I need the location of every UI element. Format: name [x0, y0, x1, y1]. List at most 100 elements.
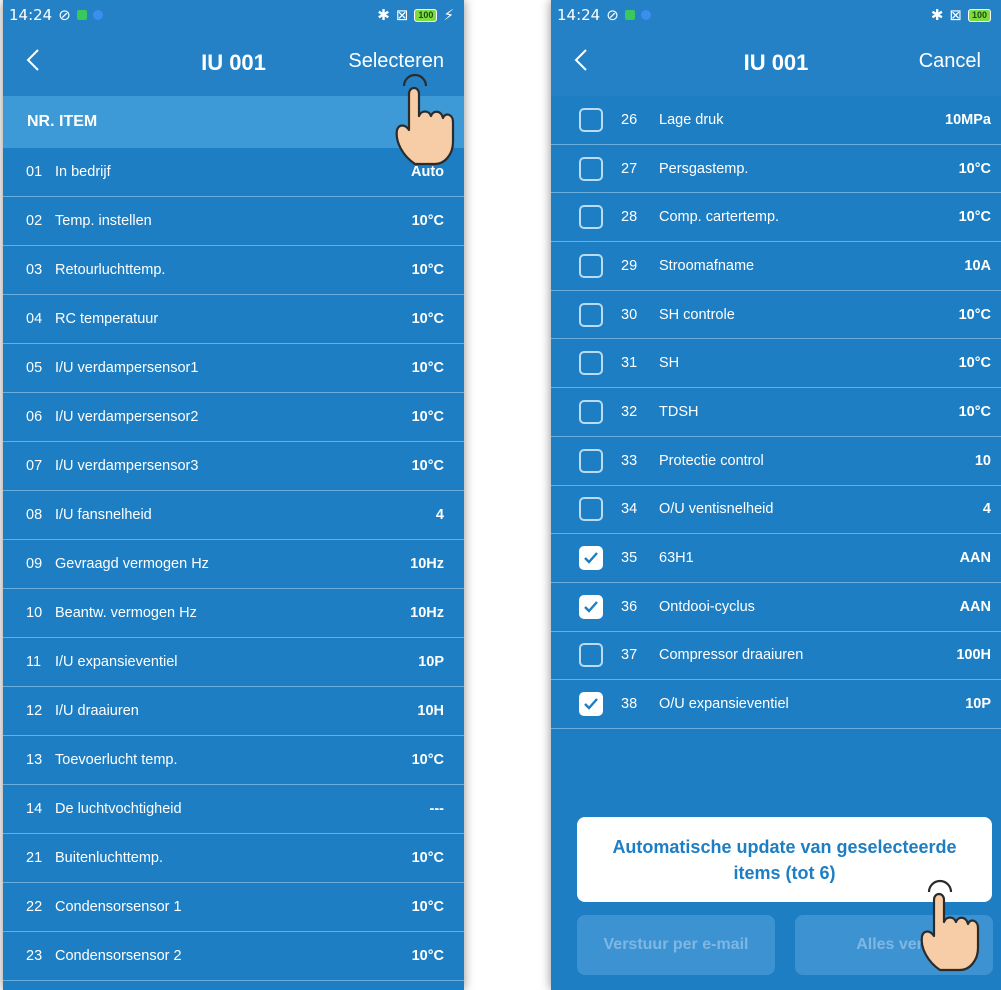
select-all-button[interactable]: Alles verv — [795, 915, 993, 975]
item-value: 10°C — [411, 311, 444, 327]
list-item[interactable]: 38 O/U expansieventiel 10P — [551, 680, 1001, 729]
list-item[interactable]: 30 SH controle 10°C — [551, 291, 1001, 340]
item-number: 22 — [26, 899, 43, 915]
checkbox[interactable] — [579, 351, 603, 376]
item-value: 10°C — [411, 262, 444, 278]
checkbox-checked[interactable] — [579, 692, 603, 717]
item-value: 10°C — [958, 306, 991, 323]
list-item: 10 Beantw. vermogen Hz 10Hz — [3, 589, 464, 638]
send-email-button[interactable]: Verstuur per e-mail — [577, 915, 775, 975]
item-name: 63H1 — [659, 550, 694, 567]
item-value: Auto — [410, 164, 444, 180]
item-value: --- — [429, 801, 445, 817]
item-name: In bedrijf — [55, 164, 111, 180]
item-value: 10Hz — [410, 556, 444, 572]
item-value: 10°C — [411, 752, 444, 768]
status-time: 14:24 — [557, 6, 601, 24]
back-icon[interactable] — [21, 44, 47, 76]
checkbox[interactable] — [579, 497, 603, 522]
item-name: Protectie control — [659, 452, 764, 469]
list-item: 06 I/U verdampersensor2 10°C — [3, 393, 464, 442]
item-name: I/U draaiuren — [55, 703, 139, 719]
item-value: 4 — [435, 507, 444, 523]
app-notification-icon — [76, 10, 87, 20]
item-number: 23 — [26, 948, 43, 964]
list-item: 03 Retourluchttemp. 10°C — [3, 246, 464, 295]
item-name: RC temperatuur — [55, 311, 159, 327]
list-item[interactable]: 27 Persgastemp. 10°C — [551, 145, 1001, 194]
list-item: 12 I/U draaiuren 10H — [3, 687, 464, 736]
list-item: 23 Condensorsensor 2 10°C — [3, 932, 464, 981]
item-number: 30 — [621, 306, 638, 323]
action-panel: Automatische update van geselecteerde it… — [551, 735, 1001, 990]
item-name: Comp. cartertemp. — [659, 209, 780, 226]
select-button[interactable]: Selecteren — [348, 50, 444, 73]
list-header: NR. ITEM — [3, 96, 464, 148]
list-item[interactable]: 29 Stroomafname 10A — [551, 242, 1001, 291]
checkbox[interactable] — [579, 107, 603, 132]
list-item: 07 I/U verdampersensor3 10°C — [3, 442, 464, 491]
item-value: 10P — [965, 696, 991, 713]
item-number: 03 — [26, 262, 43, 278]
item-number: 33 — [621, 452, 638, 469]
checkmark-icon — [584, 552, 598, 564]
item-value: 10°C — [958, 209, 991, 226]
right-screen: 14:24 ⊘ ✱ ⊠ 100 IU 001 Cancel 26 Lage dru… — [551, 0, 1001, 990]
item-name: Gevraagd vermogen Hz — [55, 556, 209, 572]
list-item[interactable]: 33 Protectie control 10 — [551, 437, 1001, 486]
list-item: 01 In bedrijf Auto — [3, 148, 464, 197]
list-item[interactable]: 35 63H1 AAN — [551, 534, 1001, 583]
selectable-item-list: 26 Lage druk 10MPa 27 Persgastemp. 10°C 28 Comp… — [551, 96, 1001, 778]
item-name: Beantw. vermogen Hz — [55, 605, 197, 621]
item-number: 35 — [621, 550, 638, 567]
item-number: 12 — [26, 703, 43, 719]
list-item[interactable]: 37 Compressor draaiuren 100H — [551, 632, 1001, 681]
list-item: 22 Condensorsensor 1 10°C — [3, 883, 464, 932]
list-item[interactable]: 31 SH 10°C — [551, 339, 1001, 389]
item-name: I/U expansieventiel — [55, 654, 178, 670]
item-number: 21 — [26, 850, 43, 866]
item-number: 04 — [26, 311, 43, 327]
page-title: IU 001 — [743, 50, 809, 75]
item-number: 14 — [26, 801, 43, 817]
checkbox[interactable] — [579, 302, 603, 327]
auto-update-button[interactable]: Automatische update van geselecteerde it… — [577, 817, 992, 902]
checkbox[interactable] — [579, 399, 603, 424]
list-item[interactable]: 28 Comp. cartertemp. 10°C — [551, 193, 1001, 243]
item-number: 28 — [621, 209, 638, 226]
item-number: 02 — [26, 213, 43, 229]
sim-icon: ⊠ — [395, 7, 409, 24]
list-item[interactable]: 34 O/U ventisnelheid 4 — [551, 486, 1001, 535]
list-item[interactable]: 26 Lage druk 10MPa — [551, 96, 1001, 145]
item-number: 38 — [621, 696, 638, 713]
item-name: SH — [659, 355, 680, 372]
checkbox[interactable] — [579, 448, 603, 473]
item-value: 10°C — [411, 213, 444, 229]
charging-icon: ⚡ — [443, 7, 454, 24]
item-value: 10°C — [411, 899, 444, 915]
item-name: Condensorsensor 2 — [55, 948, 182, 964]
checkbox-checked[interactable] — [579, 546, 603, 571]
status-bar: 14:24 ⊘ ✱ ⊠ 100 ⚡ — [3, 0, 464, 30]
item-value: 10°C — [958, 403, 991, 420]
item-number: 05 — [26, 360, 43, 376]
list-item[interactable]: 36 Ontdooi-cyclus AAN — [551, 583, 1001, 632]
checkbox[interactable] — [579, 643, 603, 668]
item-value: 10°C — [411, 850, 444, 866]
list-item: 09 Gevraagd vermogen Hz 10Hz — [3, 540, 464, 589]
item-number: 08 — [26, 507, 43, 523]
sim-icon: ⊠ — [949, 7, 962, 24]
back-icon[interactable] — [569, 44, 595, 76]
item-number: 34 — [621, 501, 638, 518]
item-value: 10°C — [411, 409, 444, 425]
checkbox[interactable] — [579, 205, 603, 230]
list-item[interactable]: 32 TDSH 10°C — [551, 388, 1001, 437]
cancel-button[interactable]: Cancel — [919, 50, 981, 73]
app-notification-icon — [624, 10, 635, 20]
checkbox[interactable] — [579, 156, 603, 181]
item-name: Condensorsensor 1 — [55, 899, 182, 915]
item-value: 10MPa — [945, 111, 991, 128]
item-number: 31 — [621, 355, 638, 372]
checkbox[interactable] — [579, 253, 603, 278]
checkbox-checked[interactable] — [579, 594, 603, 619]
